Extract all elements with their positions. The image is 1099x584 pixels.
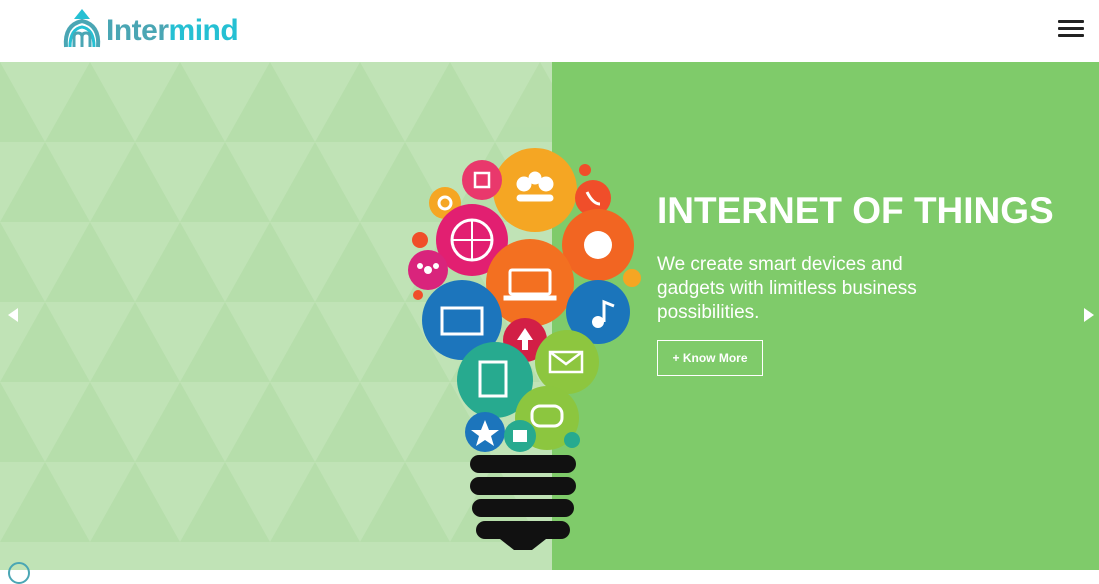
chevron-left-icon[interactable] [8, 308, 18, 322]
bulb-base-icon [470, 455, 576, 550]
slide-title: INTERNET OF THINGS [657, 190, 1054, 231]
slide-description: We create smart devices and gadgets with… [657, 254, 917, 323]
hamburger-menu-icon[interactable] [1058, 20, 1084, 40]
know-more-button[interactable]: + Know More [657, 340, 763, 376]
lightbulb-iot-illustration [408, 148, 641, 550]
site-header: Intermind [0, 0, 1099, 62]
brand-name-part1: Inter [106, 14, 169, 47]
chat-people-icon [493, 148, 577, 232]
brand-logo[interactable]: Intermind [60, 6, 239, 56]
scroll-indicator-icon[interactable] [8, 562, 30, 584]
home-icon [462, 160, 502, 200]
logo-mark-icon [63, 9, 101, 48]
brand-wordmark: Intermind [106, 14, 239, 48]
chevron-right-icon[interactable] [1084, 308, 1094, 322]
brand-name-part2: mind [168, 14, 239, 47]
